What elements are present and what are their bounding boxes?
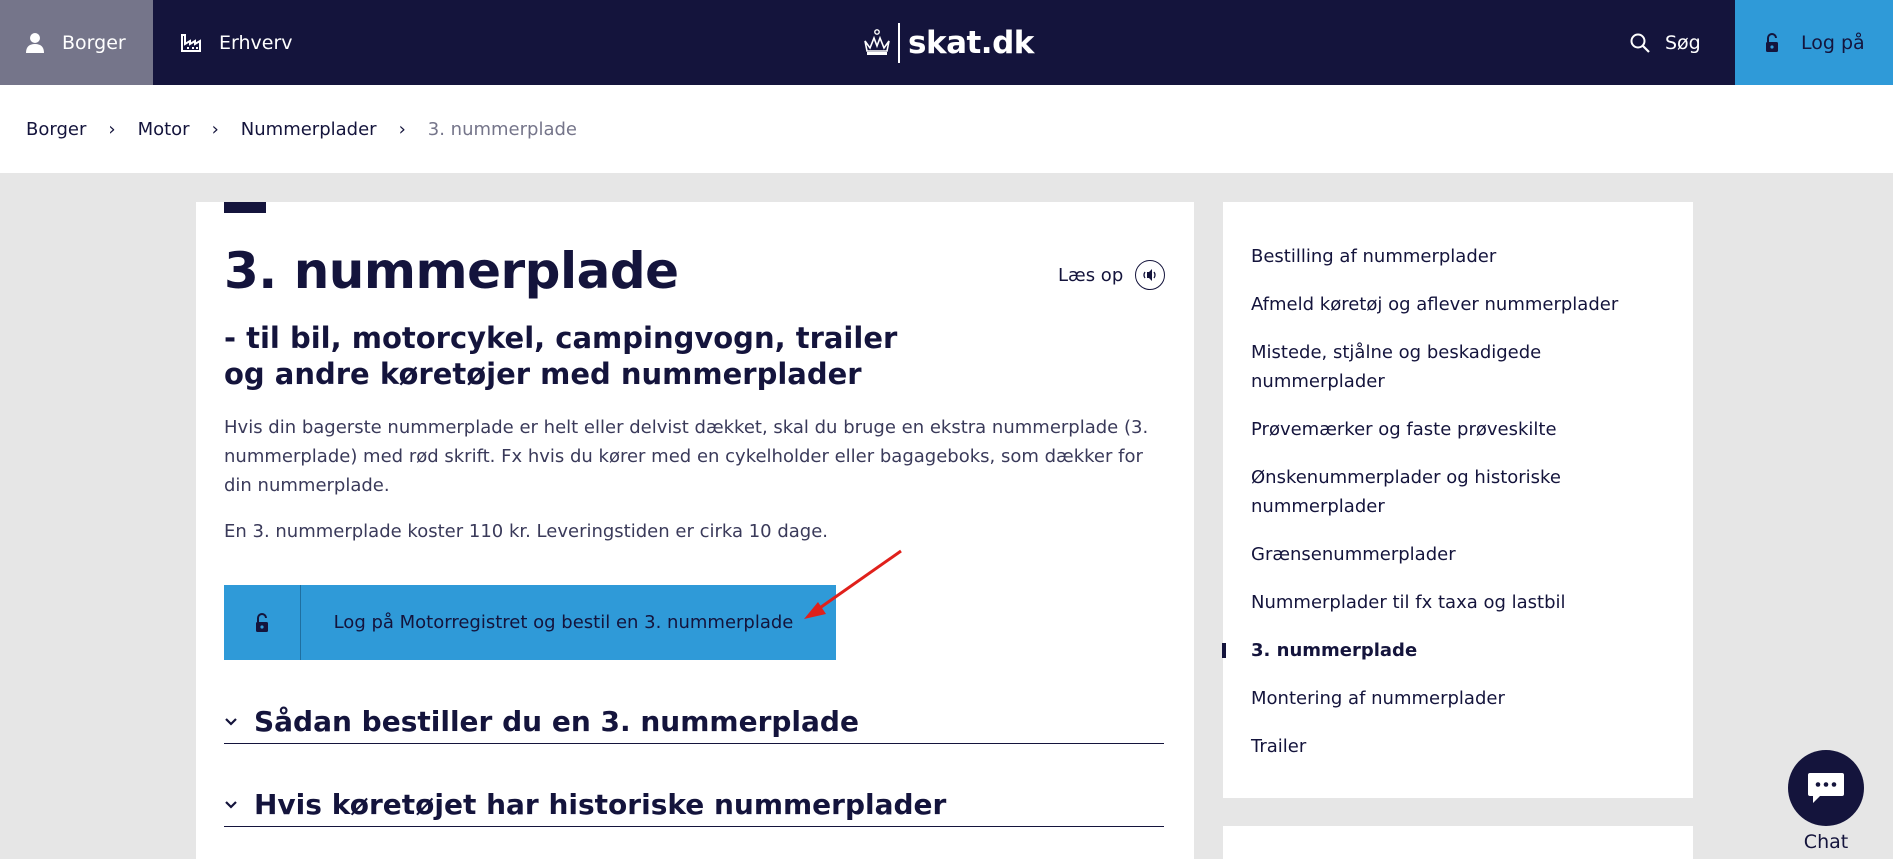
page-subtitle: - til bil, motorcykel, campingvogn, trai… [224, 321, 898, 391]
side-nav-item[interactable]: Trailer [1251, 732, 1671, 761]
breadcrumb-current: 3. nummerplade [427, 118, 577, 140]
side-nav-item[interactable]: Grænsenummerplader [1251, 540, 1671, 569]
side-nav-item-active[interactable]: 3. nummerplade [1222, 636, 1671, 665]
chevron-right-icon: › [108, 118, 116, 140]
breadcrumb-motor[interactable]: Motor [138, 119, 190, 140]
side-nav-item[interactable]: Mistede, stjålne og beskadigede nummerpl… [1251, 338, 1671, 396]
breadcrumb-borger[interactable]: Borger [26, 119, 86, 140]
crown-icon [864, 29, 890, 55]
login-motorregister-button[interactable]: Log på Motorregistret og bestil en 3. nu… [224, 585, 836, 660]
chevron-right-icon: › [398, 118, 406, 140]
chat-bubble-icon [1788, 750, 1864, 826]
logo-text: skat.dk [908, 25, 1034, 61]
title-accent-bar [224, 202, 266, 213]
top-navigation-bar: Borger Erhverv skat.dk Søg Log på [0, 0, 1893, 85]
chat-button[interactable]: Chat [1788, 750, 1864, 853]
logo-divider [898, 23, 900, 63]
tab-erhverv[interactable]: Erhverv [153, 0, 293, 85]
login-button[interactable]: Log på [1735, 0, 1893, 85]
login-motorregister-label: Log på Motorregistret og bestil en 3. nu… [333, 612, 794, 633]
page-title: 3. nummerplade [224, 242, 679, 300]
side-nav-item[interactable]: Montering af nummerplader [1251, 684, 1671, 713]
search-icon [1630, 33, 1650, 53]
side-navigation: Bestilling af nummerplader Afmeld køretø… [1222, 202, 1693, 798]
side-nav-item[interactable]: Afmeld køretøj og aflever nummerplader [1251, 290, 1671, 319]
side-nav-item[interactable]: Prøvemærker og faste prøveskilte [1251, 415, 1671, 444]
breadcrumb: Borger › Motor › Nummerplader › 3. numme… [26, 85, 577, 173]
breadcrumb-bar: Borger › Motor › Nummerplader › 3. numme… [0, 85, 1893, 173]
search-button[interactable]: Søg [1630, 0, 1701, 85]
accordion-historic-plates[interactable]: Hvis køretøjet har historiske nummerplad… [224, 782, 1164, 827]
factory-icon [181, 33, 201, 52]
person-icon [26, 32, 44, 53]
unlock-icon [1766, 32, 1778, 52]
intro-paragraph: Hvis din bagerste nummerplade er helt el… [224, 417, 1149, 496]
side-nav-item[interactable]: Ønskenummerplader og historiske nummerpl… [1251, 463, 1671, 521]
accordion-label: Hvis køretøjet har historiske nummerplad… [254, 787, 947, 821]
login-label: Log på [1801, 31, 1865, 54]
chat-label: Chat [1803, 831, 1849, 853]
tab-borger-label: Borger [62, 31, 126, 54]
skat-logo[interactable]: skat.dk [862, 20, 1034, 66]
tab-borger[interactable]: Borger [0, 0, 153, 85]
chevron-down-icon [224, 712, 254, 731]
read-aloud-button[interactable]: Læs op [1058, 260, 1166, 290]
breadcrumb-nummerplader[interactable]: Nummerplader [241, 119, 377, 140]
side-nav-list: Bestilling af nummerplader Afmeld køretø… [1222, 242, 1671, 780]
unlock-icon [224, 585, 301, 660]
side-nav-item[interactable]: Nummerplader til fx taxa og lastbil [1251, 588, 1671, 617]
side-nav-item[interactable]: Bestilling af nummerplader [1251, 242, 1671, 271]
price-paragraph: En 3. nummerplade koster 110 kr. Leverin… [224, 521, 829, 542]
read-aloud-label: Læs op [1058, 264, 1124, 286]
chevron-right-icon: › [211, 118, 219, 140]
tab-erhverv-label: Erhverv [219, 31, 293, 54]
chevron-down-icon [224, 795, 254, 814]
annotation-arrow-icon [804, 549, 902, 619]
speaker-icon [1135, 260, 1166, 290]
accordion-how-to-order[interactable]: Sådan bestiller du en 3. nummerplade [224, 699, 1164, 744]
search-label: Søg [1665, 31, 1701, 54]
accordion-label: Sådan bestiller du en 3. nummerplade [254, 704, 859, 738]
side-card-secondary [1223, 826, 1693, 859]
main-content: 3. nummerplade Læs op - til bil, motorcy… [196, 202, 1194, 859]
